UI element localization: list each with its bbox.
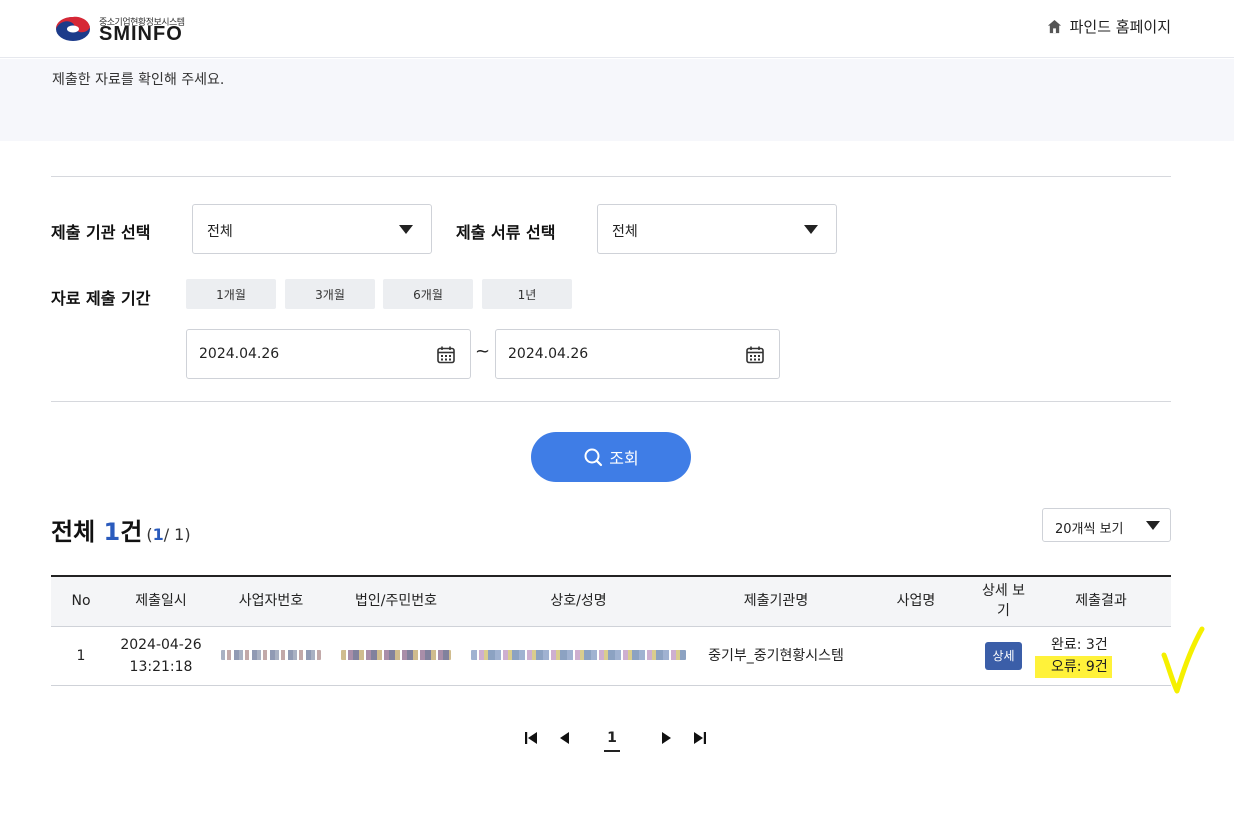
logo-title: SMINFO	[99, 23, 183, 45]
agency-select-label: 제출 기관 선택	[51, 223, 151, 242]
col-corp-id: 법인/주민번호	[355, 593, 437, 610]
redacted-pixelation	[221, 649, 321, 660]
search-button-label: 조회	[609, 449, 639, 468]
summary-count: 1	[103, 518, 121, 546]
col-submit-date: 제출일시	[135, 593, 187, 610]
cell-detail: 상세	[976, 626, 1031, 685]
search-button[interactable]: 조회	[531, 432, 691, 482]
agency-select[interactable]: 전체	[192, 204, 432, 254]
cell-date: 2024-04-26	[120, 636, 202, 653]
notice-text: 제출한 자료를 확인해 주세요.	[52, 72, 225, 88]
period-1year-button[interactable]: 1년	[482, 279, 572, 309]
home-icon	[1047, 19, 1061, 34]
caret-down-icon	[399, 225, 413, 234]
table-header-row: No 제출일시 사업자번호 법인/주민번호 상호/성명 제출기관명 사업명 상세…	[51, 576, 1171, 626]
cell-business-number-redacted	[211, 626, 331, 685]
start-date-value: 2024.04.26	[199, 346, 280, 362]
cell-result: 완료: 3건 오류: 9건	[1031, 626, 1171, 685]
col-company-name: 상호/성명	[550, 593, 607, 610]
next-page-icon[interactable]	[658, 730, 674, 746]
cell-no: 1	[76, 647, 86, 664]
page-size-value: 20개씩 보기	[1055, 522, 1124, 537]
table-row: 1 2024-04-26 13:21:18 중기부_중기현황시스템 상세 완료:…	[51, 626, 1171, 685]
header: 중소기업현황정보시스템 SMINFO 파인드 홈페이지	[0, 0, 1234, 58]
summary-prefix: 전체	[51, 518, 104, 546]
agency-select-value: 전체	[207, 224, 233, 240]
col-business-number: 사업자번호	[238, 593, 304, 610]
result-done: 완료: 3건	[1051, 636, 1108, 653]
search-icon	[584, 448, 603, 467]
col-no: No	[71, 593, 91, 610]
cell-project	[856, 626, 976, 685]
date-separator: ~	[475, 341, 491, 362]
col-agency: 제출기관명	[743, 593, 809, 610]
divider	[51, 176, 1171, 177]
cell-agency: 중기부_중기현황시스템	[708, 647, 844, 664]
submission-table: No 제출일시 사업자번호 법인/주민번호 상호/성명 제출기관명 사업명 상세…	[51, 575, 1171, 686]
result-error[interactable]: 오류: 9건	[1035, 655, 1112, 678]
cell-submit-datetime: 2024-04-26 13:21:18	[111, 626, 211, 685]
pagination: 1	[523, 728, 713, 758]
page-number-current[interactable]: 1	[604, 730, 620, 752]
calendar-icon[interactable]	[436, 345, 456, 365]
calendar-icon[interactable]	[745, 345, 765, 365]
cell-corp-id-redacted	[331, 626, 461, 685]
summary-current-page: 1	[152, 525, 164, 544]
doc-select[interactable]: 전체	[597, 204, 837, 254]
redacted-pixelation	[471, 649, 686, 660]
summary-page-total: / 1)	[163, 525, 191, 544]
result-summary: 전체 1건 (1/ 1)	[51, 512, 191, 547]
period-3month-button[interactable]: 3개월	[285, 279, 375, 309]
col-result: 제출결과	[1075, 593, 1127, 610]
prev-page-icon[interactable]	[557, 730, 573, 746]
cell-time: 13:21:18	[129, 658, 193, 675]
divider	[51, 401, 1171, 402]
summary-page-info: (1/ 1)	[146, 525, 190, 544]
page-size-select[interactable]: 20개씩 보기	[1042, 508, 1171, 542]
end-date-value: 2024.04.26	[508, 346, 589, 362]
home-link-label: 파인드 홈페이지	[1069, 18, 1171, 36]
detail-button[interactable]: 상세	[985, 641, 1022, 670]
period-1month-button[interactable]: 1개월	[186, 279, 276, 309]
first-page-icon[interactable]	[523, 730, 539, 746]
redacted-pixelation	[341, 649, 451, 660]
home-link[interactable]: 파인드 홈페이지	[1047, 16, 1171, 37]
start-date-field[interactable]: 2024.04.26	[186, 329, 471, 379]
last-page-icon[interactable]	[692, 730, 708, 746]
col-detail: 상세 보기	[981, 583, 1026, 620]
col-project: 사업명	[896, 593, 936, 610]
notice-banner: 제출한 자료를 확인해 주세요.	[0, 59, 1234, 141]
caret-down-icon	[1146, 521, 1160, 530]
result-error-wrap: 오류: 9건	[1031, 655, 1171, 678]
doc-select-value: 전체	[612, 224, 638, 240]
cell-company-name-redacted	[461, 626, 696, 685]
period-label: 자료 제출 기간	[51, 289, 151, 308]
sminfo-logo[interactable]: 중소기업현황정보시스템 SMINFO	[55, 13, 215, 47]
taegeuk-logo-icon	[56, 16, 90, 41]
doc-select-label: 제출 서류 선택	[456, 223, 556, 242]
checkmark-annotation-icon	[1161, 626, 1205, 694]
caret-down-icon	[804, 225, 818, 234]
end-date-field[interactable]: 2024.04.26	[495, 329, 780, 379]
summary-suffix: 건	[120, 518, 143, 546]
period-6month-button[interactable]: 6개월	[383, 279, 473, 309]
